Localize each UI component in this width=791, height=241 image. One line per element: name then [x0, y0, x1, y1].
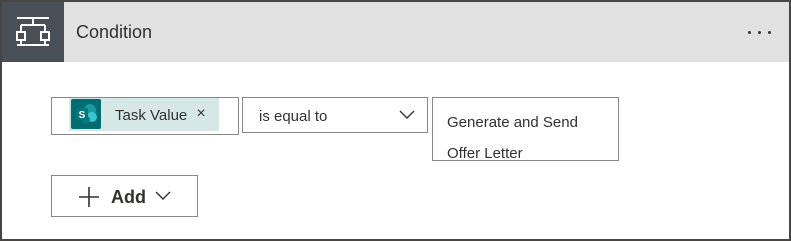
operator-dropdown[interactable]: is equal to [242, 97, 428, 133]
condition-card: Condition S Task Value × is equal to Gen… [0, 0, 791, 241]
value-text: Generate and Send Offer Letter [447, 114, 578, 162]
value-field[interactable]: Generate and Send Offer Letter [432, 97, 619, 162]
svg-text:S: S [79, 110, 86, 121]
dynamic-content-token[interactable]: S Task Value × [69, 98, 219, 131]
chevron-down-icon [399, 110, 415, 119]
add-button[interactable]: Add [51, 175, 198, 217]
add-button-label: Add [111, 187, 146, 207]
sharepoint-icon: S [71, 99, 101, 129]
more-options-icon[interactable] [745, 22, 775, 42]
condition-icon [2, 2, 64, 62]
condition-title: Condition [76, 22, 153, 42]
token-label: Task Value [115, 107, 188, 124]
operand-field[interactable]: S Task Value × [51, 97, 239, 135]
plus-icon [79, 187, 99, 207]
remove-token-icon[interactable]: × [193, 106, 209, 122]
chevron-down-icon [155, 191, 171, 200]
condition-header[interactable]: Condition [2, 2, 789, 62]
operator-selected-value: is equal to [259, 108, 328, 125]
